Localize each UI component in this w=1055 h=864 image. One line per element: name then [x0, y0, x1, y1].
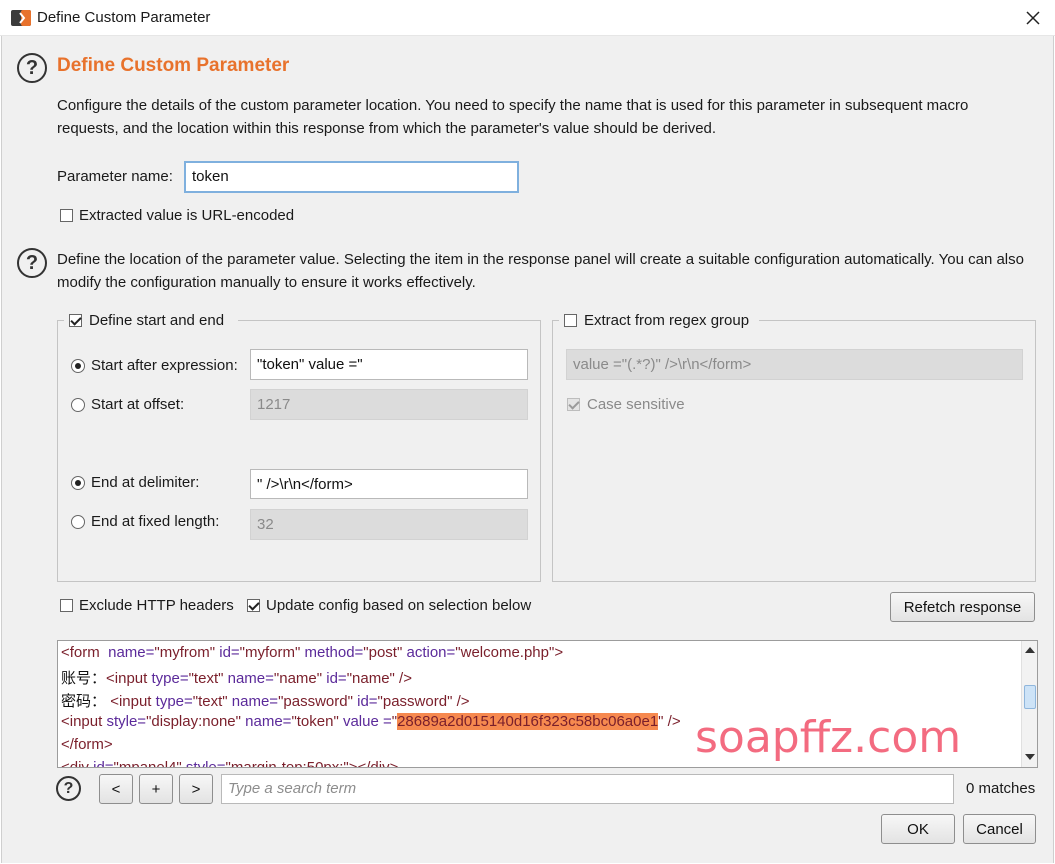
search-add-button[interactable]: + [139, 774, 173, 804]
close-window-button[interactable] [1018, 3, 1048, 33]
search-next-button[interactable]: > [179, 774, 213, 804]
exclude-headers-checkbox[interactable] [60, 599, 73, 612]
code-line: <form name="myfrom" id="myform" method="… [61, 644, 564, 661]
code-line: <input style="display:none" name="token"… [61, 713, 681, 730]
ok-button[interactable]: OK [881, 814, 955, 844]
start-offset-label: Start at offset: [91, 396, 185, 413]
start-after-radio[interactable] [71, 359, 85, 373]
cancel-button[interactable]: Cancel [963, 814, 1036, 844]
start-offset-radio[interactable] [71, 398, 85, 412]
window-title: Define Custom Parameter [37, 9, 211, 26]
extract-regex-checkbox[interactable] [564, 314, 577, 327]
end-delimiter-radio[interactable] [71, 476, 85, 490]
selected-token-value[interactable]: 28689a2d015140d16f323c58bc06a0e1 [397, 713, 659, 730]
parameter-name-input[interactable]: token [184, 161, 519, 193]
code-line: 账号：<input type="text" name="name" id="na… [61, 670, 412, 687]
case-sensitive-label: Case sensitive [587, 396, 685, 413]
scroll-thumb[interactable] [1024, 685, 1036, 709]
help-icon[interactable]: ? [17, 53, 47, 83]
start-offset-input[interactable]: 1217 [250, 389, 528, 420]
dialog-heading: Define Custom Parameter [57, 55, 290, 76]
search-prev-button[interactable]: < [99, 774, 133, 804]
scroll-up-arrow-icon[interactable] [1024, 644, 1036, 656]
close-icon [1026, 11, 1040, 25]
help-icon[interactable]: ? [17, 248, 47, 278]
end-fixed-length-label: End at fixed length: [91, 513, 220, 530]
end-fixed-length-input[interactable]: 32 [250, 509, 528, 540]
update-config-checkbox[interactable] [247, 599, 260, 612]
match-count: 0 matches [966, 780, 1036, 797]
refetch-response-button[interactable]: Refetch response [890, 592, 1035, 622]
search-input[interactable]: Type a search term [221, 774, 954, 804]
url-encoded-checkbox[interactable] [60, 209, 73, 222]
section2-description: Define the location of the parameter val… [57, 251, 1024, 291]
vertical-scrollbar[interactable] [1021, 641, 1037, 767]
extract-regex-label: Extract from regex group [584, 312, 750, 329]
update-config-label: Update config based on selection below [266, 597, 532, 614]
end-delimiter-label: End at delimiter: [91, 474, 200, 491]
code-line: </form> [61, 736, 113, 753]
burp-app-icon [11, 10, 31, 26]
code-line: 密码： <input type="text" name="password" i… [61, 693, 470, 710]
title-bar: Define Custom Parameter [0, 0, 1055, 36]
watermark: soapffz.com [695, 712, 962, 763]
scroll-down-arrow-icon[interactable] [1024, 751, 1036, 763]
define-start-end-label: Define start and end [89, 312, 225, 329]
define-start-end-checkbox[interactable] [69, 314, 82, 327]
case-sensitive-checkbox[interactable] [567, 398, 580, 411]
end-fixed-length-radio[interactable] [71, 515, 85, 529]
section1-description: Configure the details of the custom para… [57, 97, 969, 137]
url-encoded-label: Extracted value is URL-encoded [79, 207, 295, 224]
code-line: <div id="mpanel4" style="margin-top:50px… [61, 759, 399, 768]
regex-input[interactable]: value ="(.*?)" />\r\n</form> [566, 349, 1023, 380]
start-after-label: Start after expression: [91, 357, 238, 374]
exclude-headers-label: Exclude HTTP headers [79, 597, 234, 614]
help-icon[interactable]: ? [56, 776, 81, 801]
start-after-input[interactable]: "token" value =" [250, 349, 528, 380]
parameter-name-label: Parameter name: [57, 168, 173, 185]
end-delimiter-input[interactable]: " />\r\n</form> [250, 469, 528, 499]
